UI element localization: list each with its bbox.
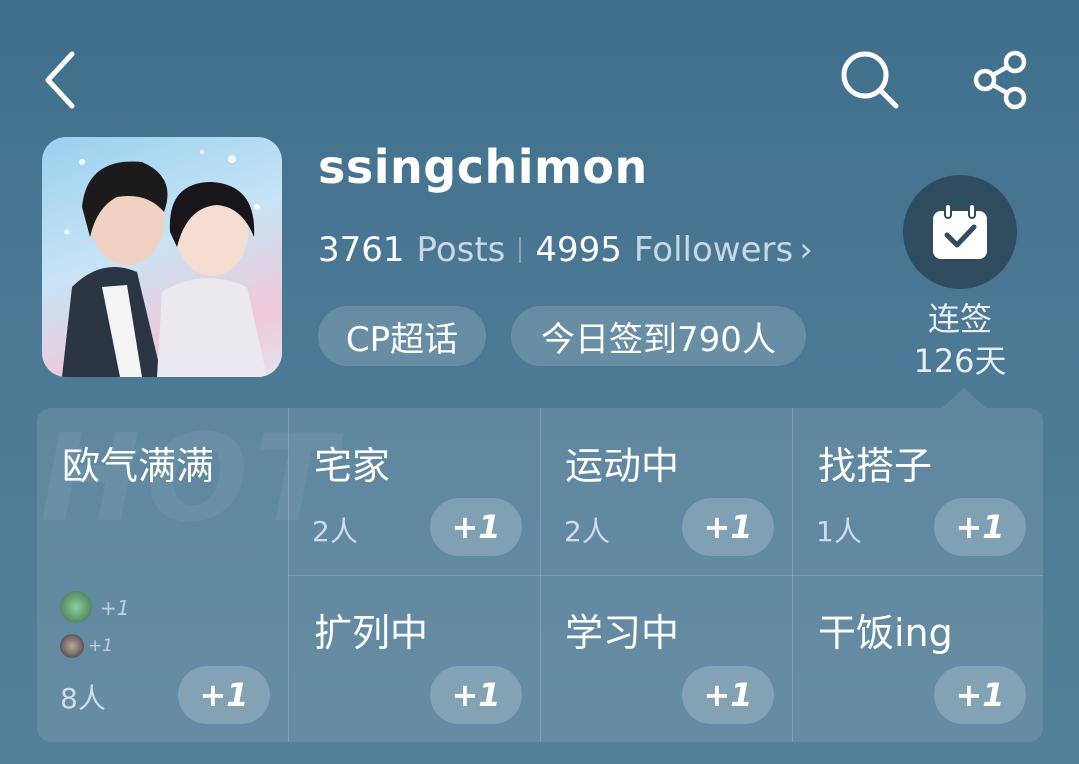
mood-title: 宅家 [314, 444, 391, 488]
mood-title: 扩列中 [314, 611, 429, 655]
streak-days: 126天 [913, 342, 1007, 380]
share-button[interactable] [965, 45, 1035, 115]
mood-title: 运动中 [565, 444, 680, 488]
grid-pointer [942, 388, 986, 408]
stats-row[interactable]: 3761 Posts 4995 Followers › [318, 230, 813, 270]
checkin-button[interactable] [903, 175, 1017, 289]
participant-plus: +1 [100, 596, 130, 620]
plus-one-button[interactable]: +1 [934, 498, 1026, 556]
followers-count: 4995 [535, 230, 622, 270]
calendar-check-icon [933, 203, 987, 259]
search-icon [841, 51, 899, 109]
topic-avatar[interactable] [42, 137, 282, 377]
plus-one-button[interactable]: +1 [430, 666, 522, 724]
plus-one-button[interactable]: +1 [934, 666, 1026, 724]
tag-cp-topic[interactable]: CP超话 [318, 306, 486, 366]
mood-title: 学习中 [565, 611, 680, 655]
mood-title: 找搭子 [818, 444, 933, 488]
plus-one-button[interactable]: +1 [682, 666, 774, 724]
avatar-image [62, 150, 267, 377]
plus-one-button[interactable]: +1 [178, 666, 270, 724]
plus-one-button[interactable]: +1 [682, 498, 774, 556]
search-button[interactable] [835, 45, 905, 115]
tag-checkin-today[interactable]: 今日签到790人 [511, 306, 806, 366]
mood-count: 2人 [312, 515, 358, 548]
chevron-right-icon: › [799, 230, 813, 270]
mood-title: 欧气满满 [62, 444, 215, 488]
share-icon [973, 50, 1027, 110]
topic-title: ssingchimon [318, 140, 648, 194]
plus-one-button[interactable]: +1 [430, 498, 522, 556]
followers-label: Followers [633, 230, 794, 270]
participant-avatar [60, 591, 92, 623]
participant-plus: +1 [88, 636, 114, 656]
mood-title: 干饭ing [818, 611, 953, 655]
mood-count: 8人 [60, 682, 106, 715]
mood-count: 2人 [564, 515, 610, 548]
posts-label: Posts [416, 230, 506, 270]
streak-line1: 连签 [927, 300, 992, 338]
mood-count: 1人 [816, 515, 862, 548]
chevron-left-icon [45, 51, 75, 109]
back-button[interactable] [30, 45, 90, 115]
participant-avatar [60, 634, 84, 658]
grid-divider [288, 575, 1043, 576]
stats-divider [519, 237, 522, 263]
posts-count: 3761 [318, 230, 405, 270]
checkin-streak: 连签 126天 [900, 298, 1020, 382]
